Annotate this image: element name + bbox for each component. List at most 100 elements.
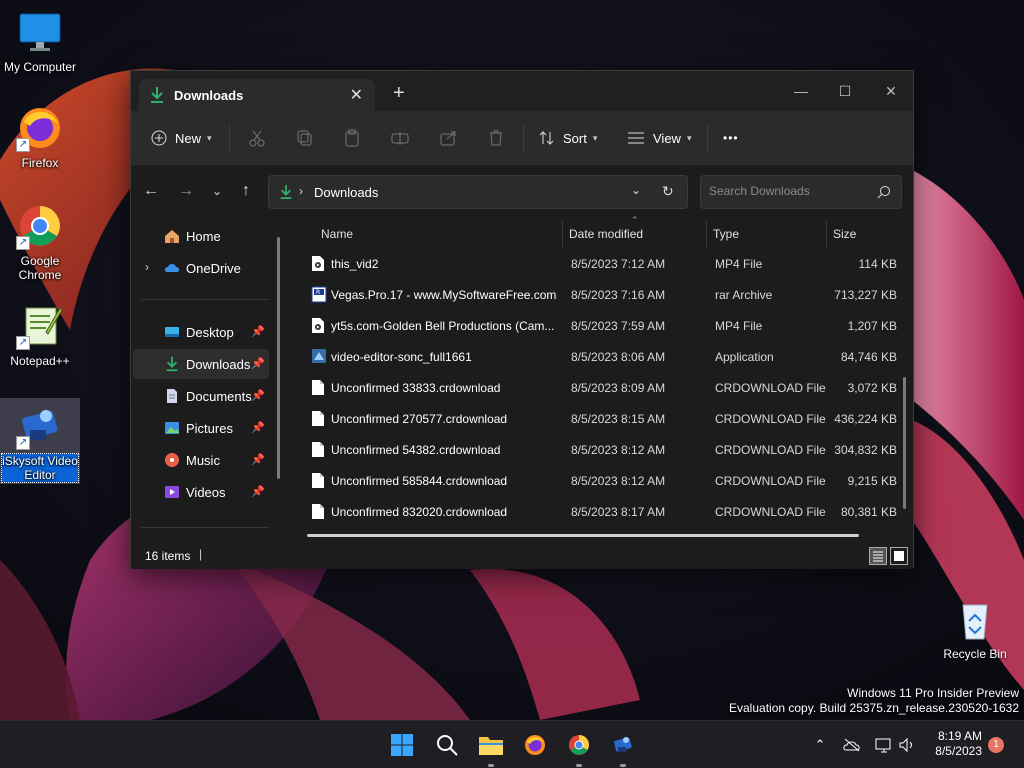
pin-icon[interactable]: 📌	[251, 389, 265, 402]
desktop-icon-my-computer[interactable]: My Computer	[0, 8, 80, 74]
nav-scrollbar[interactable]	[277, 237, 280, 479]
copy-button[interactable]	[296, 111, 314, 165]
nav-item-onedrive[interactable]: › OneDrive	[133, 253, 269, 283]
start-button[interactable]	[386, 729, 418, 761]
blank-file-icon	[311, 503, 327, 520]
breadcrumb-downloads[interactable]: Downloads	[314, 185, 378, 200]
close-window-button[interactable]: ✕	[869, 77, 913, 105]
file-row[interactable]: video-editor-sonc_full1661 8/5/2023 8:06…	[299, 341, 899, 372]
column-divider[interactable]	[706, 221, 707, 247]
sort-button[interactable]: Sort ▾	[539, 111, 597, 165]
pin-icon[interactable]: 📌	[251, 357, 265, 370]
divider	[229, 125, 230, 151]
pin-icon[interactable]: 📌	[251, 453, 265, 466]
file-row[interactable]: R Vegas.Pro.17 - www.MySoftwareFree.com …	[299, 279, 899, 310]
delete-button[interactable]	[487, 111, 505, 165]
file-row[interactable]: yt5s.com-Golden Bell Productions (Cam...…	[299, 310, 899, 341]
sort-icon	[539, 130, 555, 146]
minimize-button[interactable]: —	[779, 77, 823, 105]
column-header-label: Date modified	[569, 227, 644, 241]
nav-item-desktop[interactable]: Desktop 📌	[133, 317, 269, 347]
network-icon[interactable]	[874, 735, 894, 755]
column-header-size[interactable]: Size	[833, 227, 856, 241]
system-clock[interactable]: 8:19 AM 8/5/2023	[924, 729, 982, 759]
file-row[interactable]: this_vid2 8/5/2023 7:12 AM MP4 File 114 …	[299, 248, 899, 279]
search-box[interactable]	[700, 175, 902, 209]
onedrive-offline-icon[interactable]	[842, 735, 862, 755]
taskbar-chrome[interactable]	[563, 729, 595, 767]
file-row[interactable]: Unconfirmed 54382.crdownload 8/5/2023 8:…	[299, 434, 899, 465]
file-row[interactable]: Unconfirmed 33833.crdownload 8/5/2023 8:…	[299, 372, 899, 403]
nav-item-documents[interactable]: Documents 📌	[133, 381, 269, 411]
taskbar-iskysoft-video-editor[interactable]	[607, 729, 639, 767]
blank-file-icon	[311, 379, 327, 396]
desktop-icon-iskysoft-video-editor[interactable]: ↗ iSkysoft Video Editor	[0, 398, 80, 484]
file-row[interactable]: Unconfirmed 832020.crdownload 8/5/2023 8…	[299, 496, 899, 527]
desktop-icon-firefox[interactable]: ↗ Firefox	[0, 104, 80, 170]
cut-button[interactable]	[248, 111, 266, 165]
forward-button[interactable]: →	[174, 179, 198, 203]
more-options-button[interactable]: •••	[723, 111, 739, 165]
rename-button[interactable]	[391, 111, 409, 165]
details-view-button[interactable]	[869, 547, 887, 565]
tab-downloads[interactable]: Downloads ✕	[139, 79, 375, 111]
file-name: yt5s.com-Golden Bell Productions (Cam...	[331, 319, 555, 333]
file-list-horizontal-scrollbar[interactable]	[307, 534, 859, 537]
file-explorer-window[interactable]: Downloads ✕ + — ☐ ✕ New ▾ Sort ▾ View ▾ …	[130, 70, 914, 569]
pin-icon[interactable]: 📌	[251, 325, 265, 338]
videos-icon	[164, 484, 180, 500]
paste-button[interactable]	[343, 111, 361, 165]
recent-locations-button[interactable]: ⌄	[205, 179, 229, 203]
shortcut-arrow-icon: ↗	[16, 138, 30, 152]
file-list-vertical-scrollbar[interactable]	[903, 377, 906, 509]
taskbar-search-button[interactable]	[431, 729, 463, 761]
taskbar-firefox[interactable]	[519, 729, 551, 761]
close-tab-icon[interactable]: ✕	[350, 85, 363, 105]
pin-icon[interactable]: 📌	[251, 485, 265, 498]
firefox-icon	[525, 735, 545, 755]
file-date: 8/5/2023 8:12 AM	[571, 443, 666, 457]
chevron-right-icon[interactable]: ›	[145, 260, 149, 274]
new-button[interactable]: New ▾	[151, 111, 212, 165]
view-button[interactable]: View ▾	[627, 111, 691, 165]
nav-item-downloads[interactable]: Downloads 📌	[133, 349, 269, 379]
nav-item-videos[interactable]: Videos 📌	[133, 477, 269, 507]
details-view-icon	[873, 551, 883, 562]
column-header-type[interactable]: Type	[713, 227, 739, 241]
file-row[interactable]: Unconfirmed 585844.crdownload 8/5/2023 8…	[299, 465, 899, 496]
nav-item-pictures[interactable]: Pictures 📌	[133, 413, 269, 443]
tiles-view-button[interactable]	[890, 547, 908, 565]
view-list-icon	[627, 131, 645, 145]
file-type: CRDOWNLOAD File	[715, 505, 826, 519]
desktop-icon-recycle-bin[interactable]: Recycle Bin	[935, 595, 1015, 661]
title-bar[interactable]: Downloads ✕ + — ☐ ✕	[131, 71, 913, 111]
address-dropdown-icon[interactable]: ⌄	[631, 183, 641, 197]
taskbar-file-explorer[interactable]	[475, 729, 507, 767]
notification-badge[interactable]: 1	[988, 737, 1004, 753]
share-button[interactable]	[439, 111, 457, 165]
file-name: video-editor-sonc_full1661	[331, 350, 472, 364]
item-count: 16 items	[145, 549, 191, 563]
file-date: 8/5/2023 8:17 AM	[571, 505, 666, 519]
new-tab-button[interactable]: +	[393, 83, 405, 103]
desktop-icon-chrome[interactable]: ↗ Google Chrome	[0, 202, 80, 282]
show-hidden-icons-button[interactable]: ⌃	[810, 735, 830, 755]
pin-icon[interactable]: 📌	[251, 421, 265, 434]
nav-item-label: Music	[186, 453, 220, 468]
file-row[interactable]: Unconfirmed 270577.crdownload 8/5/2023 8…	[299, 403, 899, 434]
file-date: 8/5/2023 7:16 AM	[571, 288, 666, 302]
refresh-icon[interactable]: ↻	[662, 183, 674, 200]
address-bar[interactable]: › Downloads ⌄ ↻	[268, 175, 688, 209]
column-divider[interactable]	[826, 221, 827, 247]
column-header-name[interactable]: Name	[321, 227, 353, 241]
nav-item-home[interactable]: Home	[133, 221, 269, 251]
up-button[interactable]: ↑	[234, 179, 258, 203]
maximize-button[interactable]: ☐	[823, 77, 867, 105]
column-divider[interactable]	[562, 221, 563, 247]
back-button[interactable]: ←	[139, 179, 163, 203]
search-input[interactable]	[709, 184, 869, 198]
volume-icon[interactable]	[897, 735, 917, 755]
column-header-date-modified[interactable]: Date modified	[569, 227, 643, 241]
nav-item-music[interactable]: Music 📌	[133, 445, 269, 475]
desktop-icon-notepad-plus-plus[interactable]: ↗ Notepad++	[0, 302, 80, 368]
